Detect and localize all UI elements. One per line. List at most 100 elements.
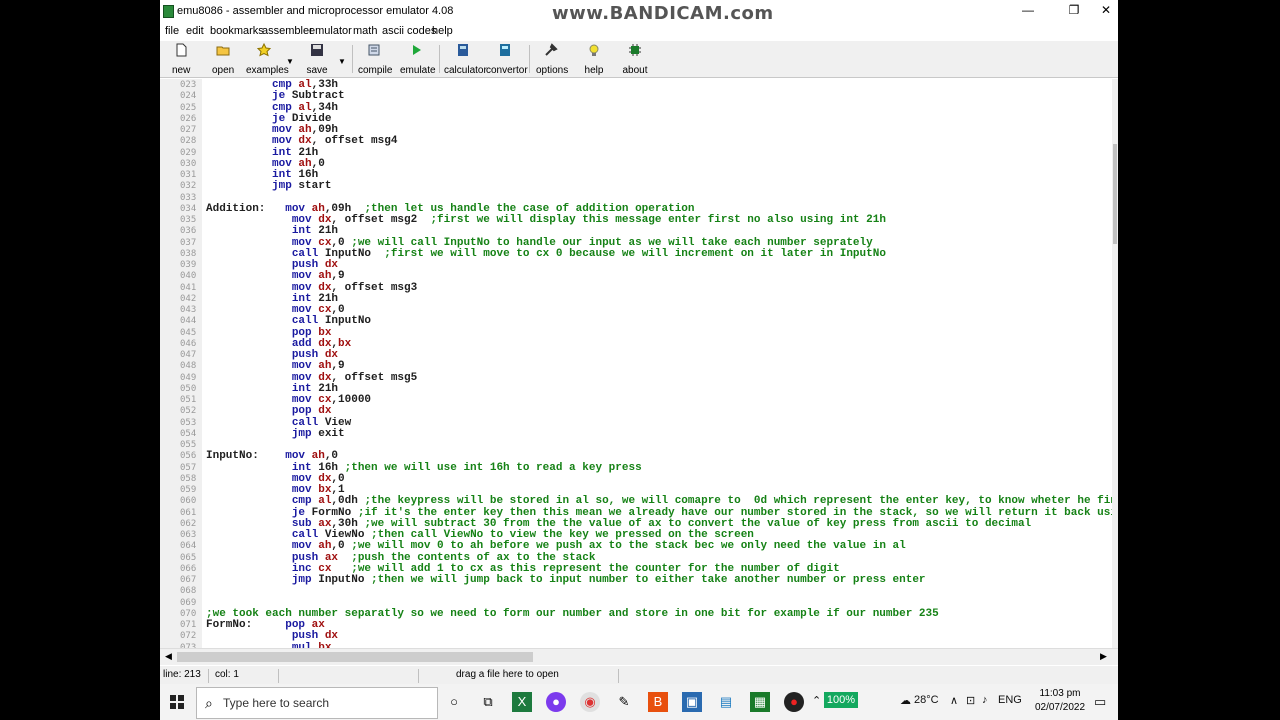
code-line[interactable]: jmp exit: [206, 427, 345, 440]
horizontal-scrollbar[interactable]: ◀ ▶: [160, 648, 1118, 665]
vertical-scrollbar[interactable]: [1112, 79, 1118, 648]
task-view-icon[interactable]: ⧉: [478, 692, 498, 712]
brave-icon[interactable]: B: [648, 692, 668, 712]
emu8086-task-icon[interactable]: ▦: [750, 692, 770, 712]
code-token: je: [206, 112, 292, 125]
options-button[interactable]: options: [536, 43, 568, 76]
vertical-scroll-thumb[interactable]: [1113, 144, 1117, 244]
code-line[interactable]: jmp InputNo ;then we will jump back to i…: [206, 574, 926, 586]
line-number: 030: [180, 158, 197, 169]
code-token: int: [206, 225, 319, 238]
code-token: exit: [318, 427, 345, 440]
photos-icon[interactable]: ▣: [682, 692, 702, 712]
scroll-right-arrow-icon[interactable]: ▶: [1100, 651, 1107, 662]
examples-button[interactable]: examples: [246, 43, 289, 76]
new-button[interactable]: new: [172, 43, 190, 76]
code-token: ;push the contents of ax to the stack: [351, 551, 596, 564]
weather-temperature[interactable]: 28°C: [914, 694, 939, 706]
weather-icon[interactable]: ☁: [900, 694, 911, 707]
taskbar-search-box[interactable]: ⌕ Type here to search: [196, 687, 438, 719]
code-token: mov: [206, 394, 319, 406]
code-token: 16h: [318, 461, 345, 474]
line-number: 060: [180, 496, 197, 507]
code-token: ax: [311, 619, 325, 631]
code-token: InputNo: [324, 247, 385, 260]
code-line[interactable]: jmp start: [206, 181, 331, 192]
code-token: int: [206, 146, 299, 159]
line-number: 046: [180, 338, 197, 349]
menu-help[interactable]: help: [432, 25, 453, 37]
save-button[interactable]: save: [306, 43, 328, 76]
code-token: ;then let us handle the case of addition…: [364, 202, 695, 215]
paint-icon[interactable]: ✎: [614, 692, 634, 712]
battery-indicator[interactable]: 100%: [824, 692, 858, 708]
menu-edit[interactable]: edit: [186, 25, 204, 37]
code-token: jmp: [206, 180, 299, 193]
open-folder-icon: [216, 46, 230, 56]
code-token: call: [206, 315, 325, 328]
code-token: bx: [318, 326, 332, 339]
code-token: ViewNo: [324, 529, 372, 541]
show-hidden-icons-icon[interactable]: ⌃: [812, 694, 821, 707]
menu-bookmarks[interactable]: bookmarks: [210, 25, 264, 37]
code-token: ,34h: [311, 101, 339, 114]
calculator-icon: [458, 44, 468, 56]
chevron-up-icon[interactable]: ∧: [950, 694, 958, 707]
menu-math[interactable]: math: [353, 25, 377, 37]
about-button[interactable]: about: [622, 43, 648, 76]
code-token: ah: [318, 270, 332, 283]
calculator-button[interactable]: calculator: [444, 43, 487, 76]
code-token: ah: [318, 540, 332, 553]
compile-button[interactable]: compile: [358, 43, 392, 76]
code-token: , offset msg4: [311, 135, 398, 148]
code-token: call: [206, 529, 325, 541]
convertor-button[interactable]: convertor: [486, 43, 528, 76]
code-token: inc: [206, 562, 319, 575]
code-token: dx: [318, 405, 332, 418]
bandicam-icon[interactable]: ●: [784, 692, 804, 712]
notepad-icon[interactable]: ▤: [716, 692, 736, 712]
code-token: ;we will mov 0 to ah before we push ax t…: [351, 540, 906, 553]
network-icon[interactable]: ⊡: [966, 694, 975, 707]
line-indicator: line: 213: [163, 669, 201, 680]
code-token: cmp: [206, 79, 299, 91]
minimize-button[interactable]: —: [1008, 0, 1048, 22]
horizontal-scroll-thumb[interactable]: [177, 652, 533, 662]
save-dropdown-arrow-icon[interactable]: ▼: [338, 57, 346, 66]
code-token: FormNo:: [206, 619, 286, 631]
language-indicator[interactable]: ENG: [998, 694, 1022, 706]
line-number: 048: [180, 361, 197, 372]
system-clock[interactable]: 11:03 pm 02/07/2022: [1034, 687, 1086, 715]
code-token: ,0: [331, 540, 352, 553]
volume-icon[interactable]: ♪: [982, 694, 988, 706]
line-number: 055: [180, 440, 197, 450]
examples-dropdown-arrow-icon[interactable]: ▼: [286, 57, 294, 66]
code-token: mov: [206, 484, 319, 496]
excel-icon[interactable]: X: [512, 692, 532, 712]
notification-icon[interactable]: ▭: [1094, 694, 1106, 710]
app-icon-purple[interactable]: ●: [546, 692, 566, 712]
menu-emulator[interactable]: emulator: [309, 25, 352, 37]
menu-file[interactable]: file: [165, 25, 179, 37]
open-button[interactable]: open: [212, 43, 234, 76]
line-number: 065: [180, 552, 197, 563]
menu-assembler[interactable]: assembler: [262, 25, 313, 37]
scroll-left-arrow-icon[interactable]: ◀: [165, 651, 172, 662]
convertor-icon: [500, 44, 510, 56]
line-number: 034: [180, 203, 197, 214]
close-button[interactable]: ✕: [1086, 0, 1118, 22]
code-token: al: [318, 495, 332, 508]
code-token: push: [206, 259, 325, 271]
line-number: 026: [180, 113, 197, 124]
help-button[interactable]: help: [584, 43, 604, 76]
chrome-icon[interactable]: ◉: [580, 692, 600, 712]
emulate-button[interactable]: emulate: [400, 43, 436, 76]
cortana-icon[interactable]: ○: [444, 692, 464, 712]
code-token: ,0: [331, 304, 345, 316]
code-editor[interactable]: 023 024 025 026 027 028 029 030 031 032 033 034 035 0…: [160, 79, 1112, 648]
windows-start-icon[interactable]: [170, 695, 184, 709]
code-token: mov: [206, 540, 319, 553]
code-token: ;we will subtract 30 from the the value …: [364, 517, 1032, 530]
menu-ascii-codes[interactable]: ascii codes: [382, 25, 436, 37]
line-number: 042: [180, 293, 197, 304]
